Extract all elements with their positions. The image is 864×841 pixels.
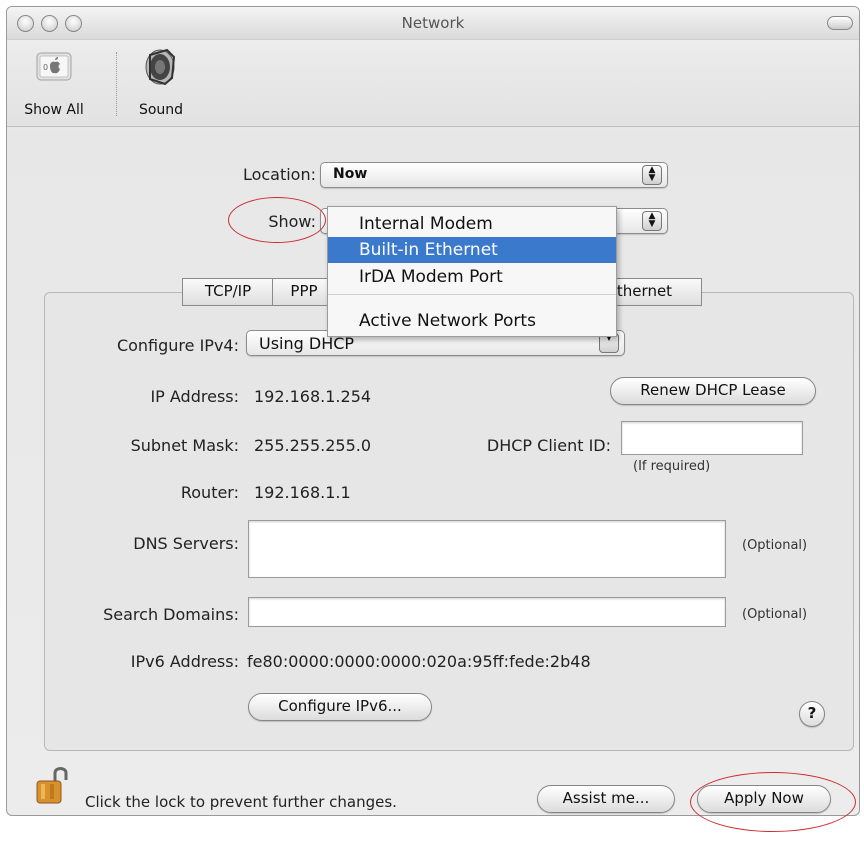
speaker-icon	[145, 48, 176, 86]
configure-ipv4-label: Configure IPv4:	[116, 336, 239, 355]
subnet-mask-value: 255.255.255.0	[254, 436, 372, 455]
location-value: Now	[333, 166, 368, 182]
toolbar-separator	[116, 52, 117, 116]
location-popup[interactable]: Now ▲ ▼	[320, 162, 668, 188]
ip-address-value: 192.168.1.254	[254, 387, 372, 406]
show-dropdown-menu: Internal Modem Built-in Ethernet IrDA Mo…	[327, 206, 617, 337]
tab-tcpip[interactable]: TCP/IP	[182, 278, 274, 306]
network-preferences-window: Network 0 Show All Sound Location: Now ▲…	[6, 6, 860, 816]
toolbar-toggle-button[interactable]	[827, 16, 853, 30]
svg-text:0: 0	[43, 63, 48, 72]
toolbar: 0 Show All Sound	[7, 40, 859, 127]
help-button[interactable]: ?	[799, 701, 825, 727]
configure-ipv6-button[interactable]: Configure IPv6...	[248, 693, 432, 721]
assist-me-button[interactable]: Assist me...	[537, 785, 675, 813]
renew-dhcp-lease-button[interactable]: Renew DHCP Lease	[610, 377, 816, 405]
show-all-label: Show All	[24, 102, 84, 118]
lock-icon[interactable]	[35, 764, 69, 806]
window-title: Network	[401, 14, 465, 32]
menu-item-internal-modem[interactable]: Internal Modem	[328, 211, 616, 237]
menu-item-active-network-ports[interactable]: Active Network Ports	[328, 308, 616, 334]
apple-logo-icon: 0	[36, 52, 72, 81]
dns-servers-field[interactable]	[248, 520, 726, 578]
ipv6-address-label: IPv6 Address:	[130, 652, 239, 671]
title-bar: Network	[7, 7, 859, 40]
location-label: Location:	[242, 165, 316, 184]
search-domains-field[interactable]	[248, 597, 726, 627]
dns-servers-hint: (Optional)	[742, 538, 808, 553]
menu-separator	[328, 294, 616, 295]
lock-status-text: Click the lock to prevent further change…	[85, 793, 397, 811]
show-all-button[interactable]: 0 Show All	[15, 48, 93, 118]
dhcp-client-id-field[interactable]	[621, 421, 803, 455]
menu-item-built-in-ethernet[interactable]: Built-in Ethernet	[328, 237, 616, 263]
menu-item-irda-modem-port[interactable]: IrDA Modem Port	[328, 264, 616, 290]
show-annotation-circle	[228, 197, 326, 243]
unlocked-padlock-icon	[36, 767, 68, 804]
dhcp-client-id-hint: (If required)	[633, 459, 711, 474]
dns-servers-label: DNS Servers:	[133, 534, 239, 553]
router-label: Router:	[180, 483, 239, 502]
router-value: 192.168.1.1	[254, 483, 351, 502]
search-domains-label: Search Domains:	[103, 605, 239, 624]
ipv6-address-value: fe80:0000:0000:0000:020a:95ff:fede:2b48	[247, 652, 591, 671]
ip-address-label: IP Address:	[150, 387, 239, 406]
up-down-arrow-icon: ▲ ▼	[642, 211, 662, 231]
subnet-mask-label: Subnet Mask:	[130, 436, 239, 455]
search-domains-hint: (Optional)	[742, 607, 808, 622]
sound-button[interactable]: Sound	[131, 48, 191, 118]
sound-label: Sound	[138, 102, 184, 118]
dhcp-client-id-label: DHCP Client ID:	[486, 436, 611, 455]
apply-now-annotation-circle	[690, 772, 856, 832]
up-down-arrow-icon: ▲ ▼	[642, 165, 662, 185]
